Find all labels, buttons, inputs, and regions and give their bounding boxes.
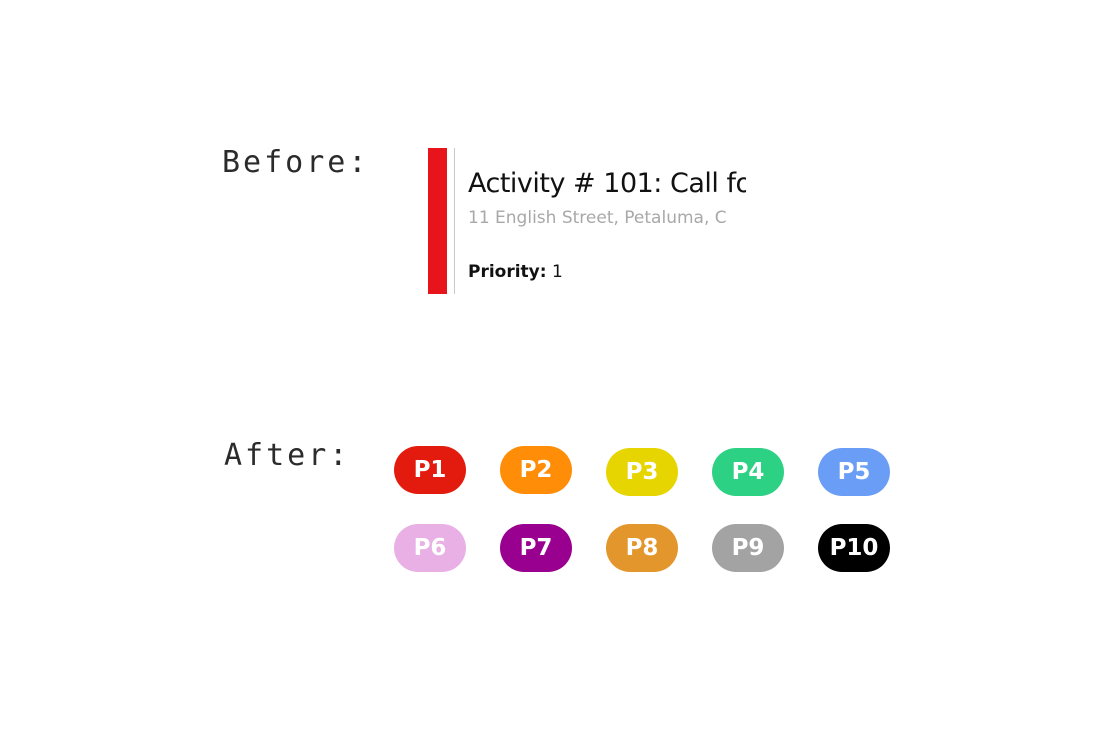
priority-pill-p10: P10 [818,524,890,572]
pill-label: P5 [837,459,871,485]
divider-line [454,148,455,294]
pill-label: P8 [625,535,659,561]
before-label: Before: [222,145,370,180]
pill-label: P2 [519,457,553,483]
priority-pill-p5: P5 [818,448,890,496]
priority-pill-p6: P6 [394,524,466,572]
pill-label: P6 [413,535,447,561]
pill-label: P9 [731,535,765,561]
activity-address: 11 English Street, Petaluma, C [468,208,727,228]
before-activity-snippet: Activity # 101: Call fo 11 English Stree… [428,148,746,294]
priority-label: Priority: [468,262,547,282]
priority-value: 1 [551,262,563,282]
pill-label: P7 [519,535,553,561]
pill-label: P1 [413,457,447,483]
after-label: After: [224,438,351,473]
pill-label: P3 [625,459,659,485]
pill-label: P4 [731,459,765,485]
pill-label: P10 [829,535,879,561]
priority-pill-p9: P9 [712,524,784,572]
activity-priority: Priority: 1 [468,262,563,282]
priority-pill-p4: P4 [712,448,784,496]
priority-pill-p2: P2 [500,446,572,494]
priority-pill-p1: P1 [394,446,466,494]
priority-pill-p3: P3 [606,448,678,496]
activity-title: Activity # 101: Call fo [468,168,746,199]
priority-pill-p8: P8 [606,524,678,572]
priority-color-bar [428,148,447,294]
priority-pill-p7: P7 [500,524,572,572]
